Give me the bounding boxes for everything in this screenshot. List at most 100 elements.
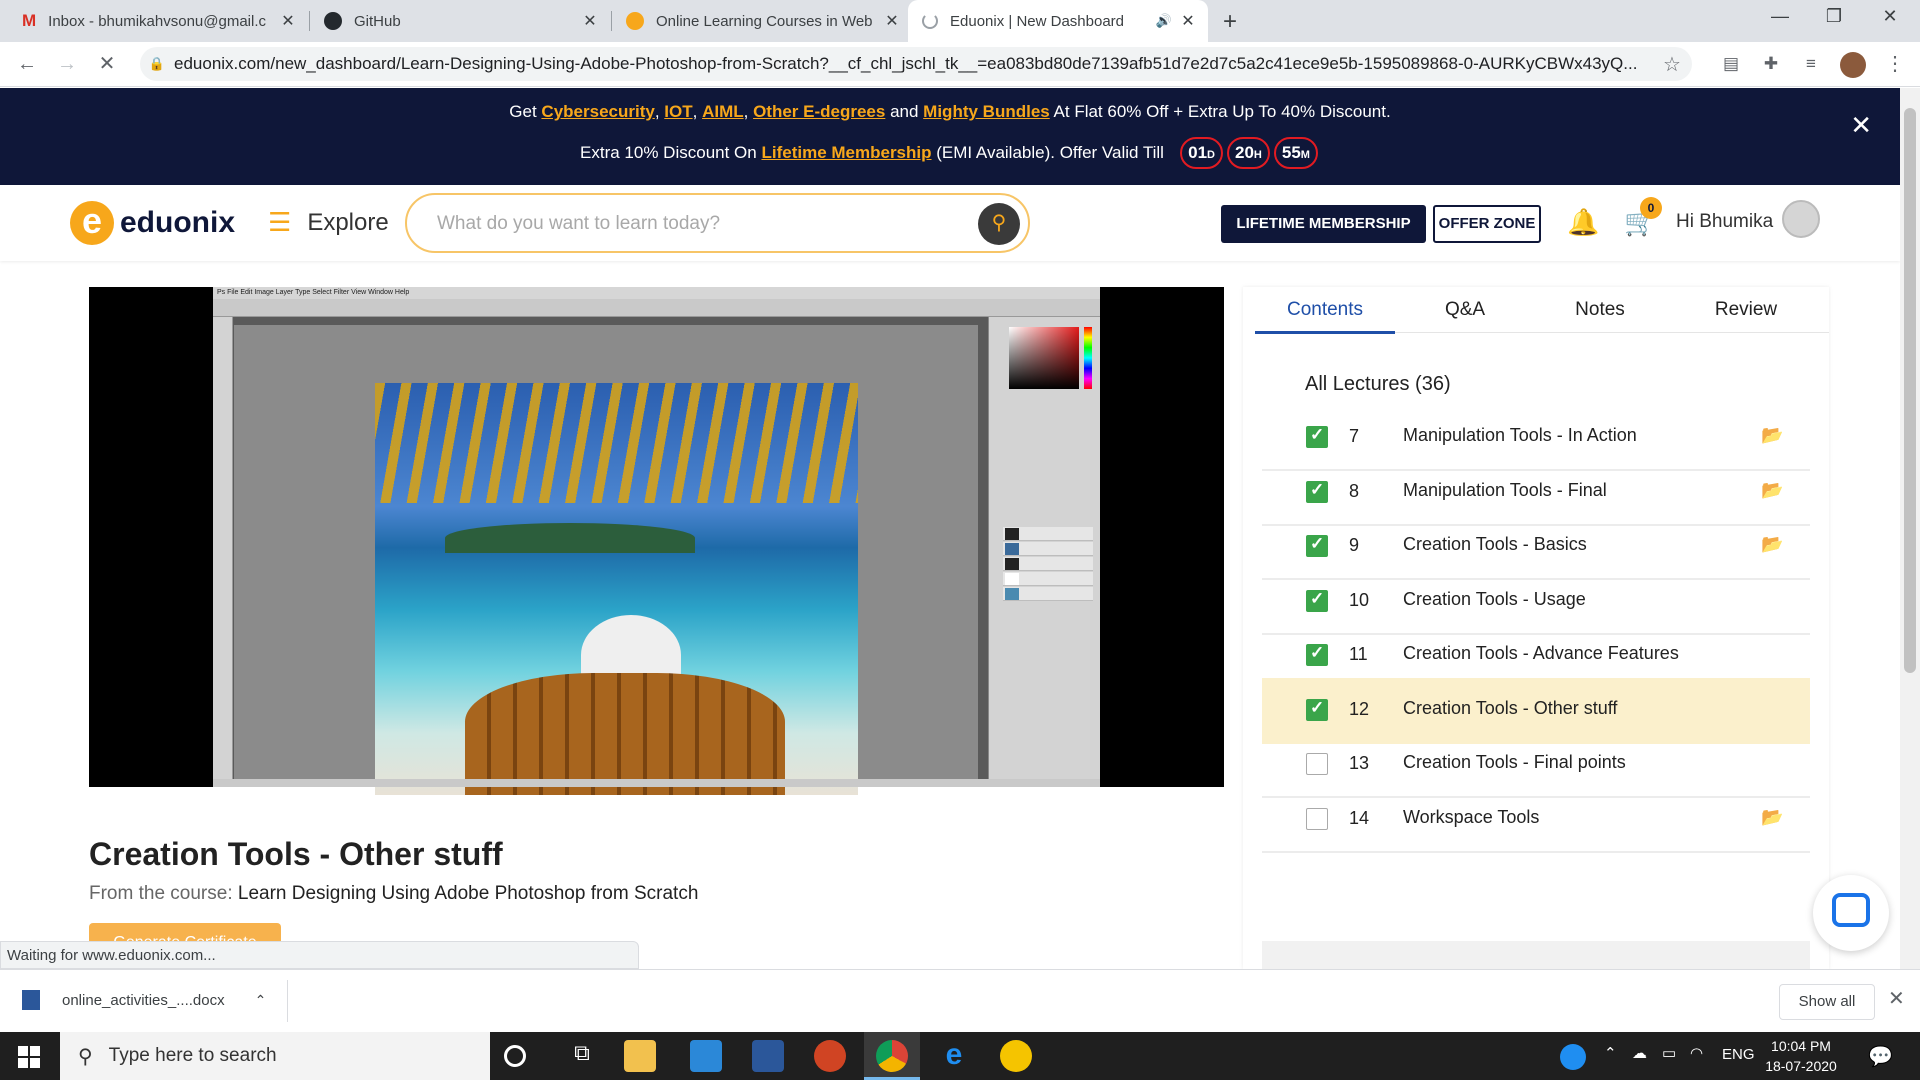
layer-row: [1003, 572, 1093, 586]
tab-notes[interactable]: Notes: [1530, 299, 1670, 321]
search-box: ⚲: [405, 193, 1030, 253]
search-input[interactable]: [437, 211, 957, 237]
lecture-checkbox[interactable]: [1306, 698, 1328, 721]
lecture-number: 7: [1349, 426, 1360, 446]
help-icon[interactable]: [1560, 1044, 1586, 1070]
explore-menu[interactable]: ☰ Explore: [268, 207, 389, 238]
language-indicator[interactable]: ENG: [1722, 1046, 1755, 1063]
windows-start-icon[interactable]: [18, 1046, 40, 1068]
minimize-icon[interactable]: —: [1760, 6, 1800, 34]
lecture-checkbox[interactable]: [1306, 534, 1328, 557]
folder-icon[interactable]: 📂: [1761, 480, 1783, 501]
tab-qa[interactable]: Q&A: [1395, 299, 1535, 321]
close-downloads-icon[interactable]: ✕: [1888, 986, 1905, 1011]
user-greeting[interactable]: Hi Bhumika: [1676, 211, 1773, 233]
close-tab-icon[interactable]: ✕: [280, 11, 296, 31]
media-control-icon[interactable]: ≡: [1796, 50, 1826, 80]
clock[interactable]: 10:04 PM 18-07-2020: [1754, 1036, 1848, 1076]
docs-extension-icon[interactable]: ▤: [1716, 50, 1746, 80]
lecture-checkbox[interactable]: [1306, 807, 1328, 830]
lecture-row[interactable]: 14 Workspace Tools 📂: [1262, 787, 1810, 853]
cortana-icon[interactable]: [504, 1045, 526, 1067]
bookmark-star-icon[interactable]: ☆: [1652, 52, 1692, 77]
window-close-icon[interactable]: ✕: [1870, 6, 1910, 34]
github-icon: [324, 12, 342, 30]
edge-icon[interactable]: e: [938, 1040, 970, 1072]
promo-text: At Flat 60% Off + Extra Up To 40% Discou…: [1053, 102, 1391, 121]
link-iot[interactable]: IOT: [664, 102, 692, 121]
file-explorer-icon[interactable]: [624, 1040, 656, 1072]
link-mighty-bundles[interactable]: Mighty Bundles: [923, 102, 1050, 121]
taskbar-search[interactable]: ⚲ Type here to search: [60, 1032, 490, 1080]
close-tab-icon[interactable]: ✕: [884, 11, 900, 31]
powerpoint-icon[interactable]: [814, 1040, 846, 1072]
battery-icon[interactable]: ▭: [1662, 1044, 1676, 1062]
downloads-bar: online_activities_....docx ⌃ Show all ✕: [0, 969, 1920, 1032]
word-doc-icon: [22, 990, 40, 1010]
forward-icon[interactable]: →: [52, 50, 82, 80]
tab-review[interactable]: Review: [1676, 299, 1816, 321]
lecture-checkbox[interactable]: [1306, 753, 1328, 775]
link-lifetime-membership[interactable]: Lifetime Membership: [761, 143, 931, 162]
scrollbar-thumb[interactable]: [1904, 108, 1916, 673]
extensions-puzzle-icon[interactable]: ✚: [1756, 50, 1786, 80]
stop-loading-icon[interactable]: ✕: [92, 50, 122, 80]
lock-icon[interactable]: 🔒: [140, 56, 174, 72]
tab-online-learning[interactable]: Online Learning Courses in Web ✕: [612, 0, 912, 42]
chevron-up-icon[interactable]: ⌃: [255, 992, 267, 1009]
lecture-number: 13: [1349, 753, 1370, 773]
folder-icon[interactable]: 📂: [1761, 807, 1783, 828]
chrome-taskbar-active[interactable]: [864, 1032, 920, 1080]
video-player[interactable]: Ps File Edit Image Layer Type Select Fil…: [89, 287, 1224, 795]
chrome-menu-icon[interactable]: ⋮: [1880, 50, 1910, 80]
lecture-checkbox[interactable]: [1306, 643, 1328, 666]
wifi-icon[interactable]: ◠: [1690, 1044, 1703, 1062]
link-aiml[interactable]: AIML: [702, 102, 744, 121]
lecture-checkbox[interactable]: [1306, 480, 1328, 503]
folder-icon[interactable]: 📂: [1761, 534, 1783, 555]
search-icon[interactable]: ⚲: [978, 203, 1020, 245]
close-tab-icon[interactable]: ✕: [1180, 11, 1196, 31]
user-avatar[interactable]: [1782, 200, 1820, 238]
lecture-title: Manipulation Tools - Final: [1403, 479, 1607, 500]
tab-eduonix-dashboard[interactable]: Eduonix | New Dashboard 🔊 ✕: [908, 0, 1208, 42]
eduonix-logo[interactable]: e eduonix: [70, 201, 235, 245]
action-center-icon[interactable]: 💬: [1868, 1044, 1893, 1069]
page-scrollbar[interactable]: [1900, 88, 1920, 969]
show-all-button[interactable]: Show all: [1779, 984, 1875, 1020]
new-tab-icon[interactable]: +: [1223, 8, 1237, 36]
close-promo-icon[interactable]: ✕: [1850, 110, 1872, 141]
chevron-up-icon[interactable]: ⌃: [1604, 1044, 1617, 1062]
live-chat-button[interactable]: [1813, 875, 1889, 951]
promo-text: (EMI Available). Offer Valid Till: [936, 143, 1164, 162]
task-view-icon[interactable]: ⧉: [566, 1040, 598, 1072]
tab-github[interactable]: GitHub ✕: [310, 0, 610, 42]
word-icon[interactable]: [752, 1040, 784, 1072]
download-item[interactable]: online_activities_....docx ⌃: [22, 990, 266, 1010]
link-other-edegrees[interactable]: Other E-degrees: [753, 102, 885, 121]
tab-gmail[interactable]: M Inbox - bhumikahvsonu@gmail.c ✕: [8, 0, 308, 42]
mail-icon[interactable]: [690, 1040, 722, 1072]
lecture-checkbox[interactable]: [1306, 589, 1328, 612]
beach-image: [375, 383, 858, 795]
next-section-header[interactable]: [1262, 941, 1810, 969]
lecture-checkbox[interactable]: [1306, 425, 1328, 448]
lifetime-membership-button[interactable]: LIFETIME MEMBERSHIP: [1221, 205, 1426, 243]
offer-zone-button[interactable]: OFFER ZONE: [1433, 205, 1541, 243]
close-tab-icon[interactable]: ✕: [582, 11, 598, 31]
back-icon[interactable]: ←: [12, 50, 42, 80]
notification-bell-icon[interactable]: 🔔: [1567, 207, 1599, 238]
course-info: From the course: Learn Designing Using A…: [89, 883, 698, 905]
address-bar[interactable]: 🔒 eduonix.com/new_dashboard/Learn-Design…: [140, 47, 1692, 81]
chrome-canary-icon[interactable]: [1000, 1040, 1032, 1072]
folder-icon[interactable]: 📂: [1761, 425, 1783, 446]
divider: [287, 980, 288, 1022]
link-cybersecurity[interactable]: Cybersecurity: [541, 102, 654, 121]
course-name[interactable]: Learn Designing Using Adobe Photoshop fr…: [238, 883, 699, 904]
audio-playing-icon[interactable]: 🔊: [1156, 13, 1172, 29]
tab-contents[interactable]: Contents: [1255, 299, 1395, 321]
profile-avatar[interactable]: [1840, 52, 1866, 78]
network-alert-icon[interactable]: ☁: [1632, 1044, 1647, 1062]
maximize-icon[interactable]: ❐: [1814, 6, 1854, 34]
countdown-days: 01D: [1180, 137, 1223, 169]
